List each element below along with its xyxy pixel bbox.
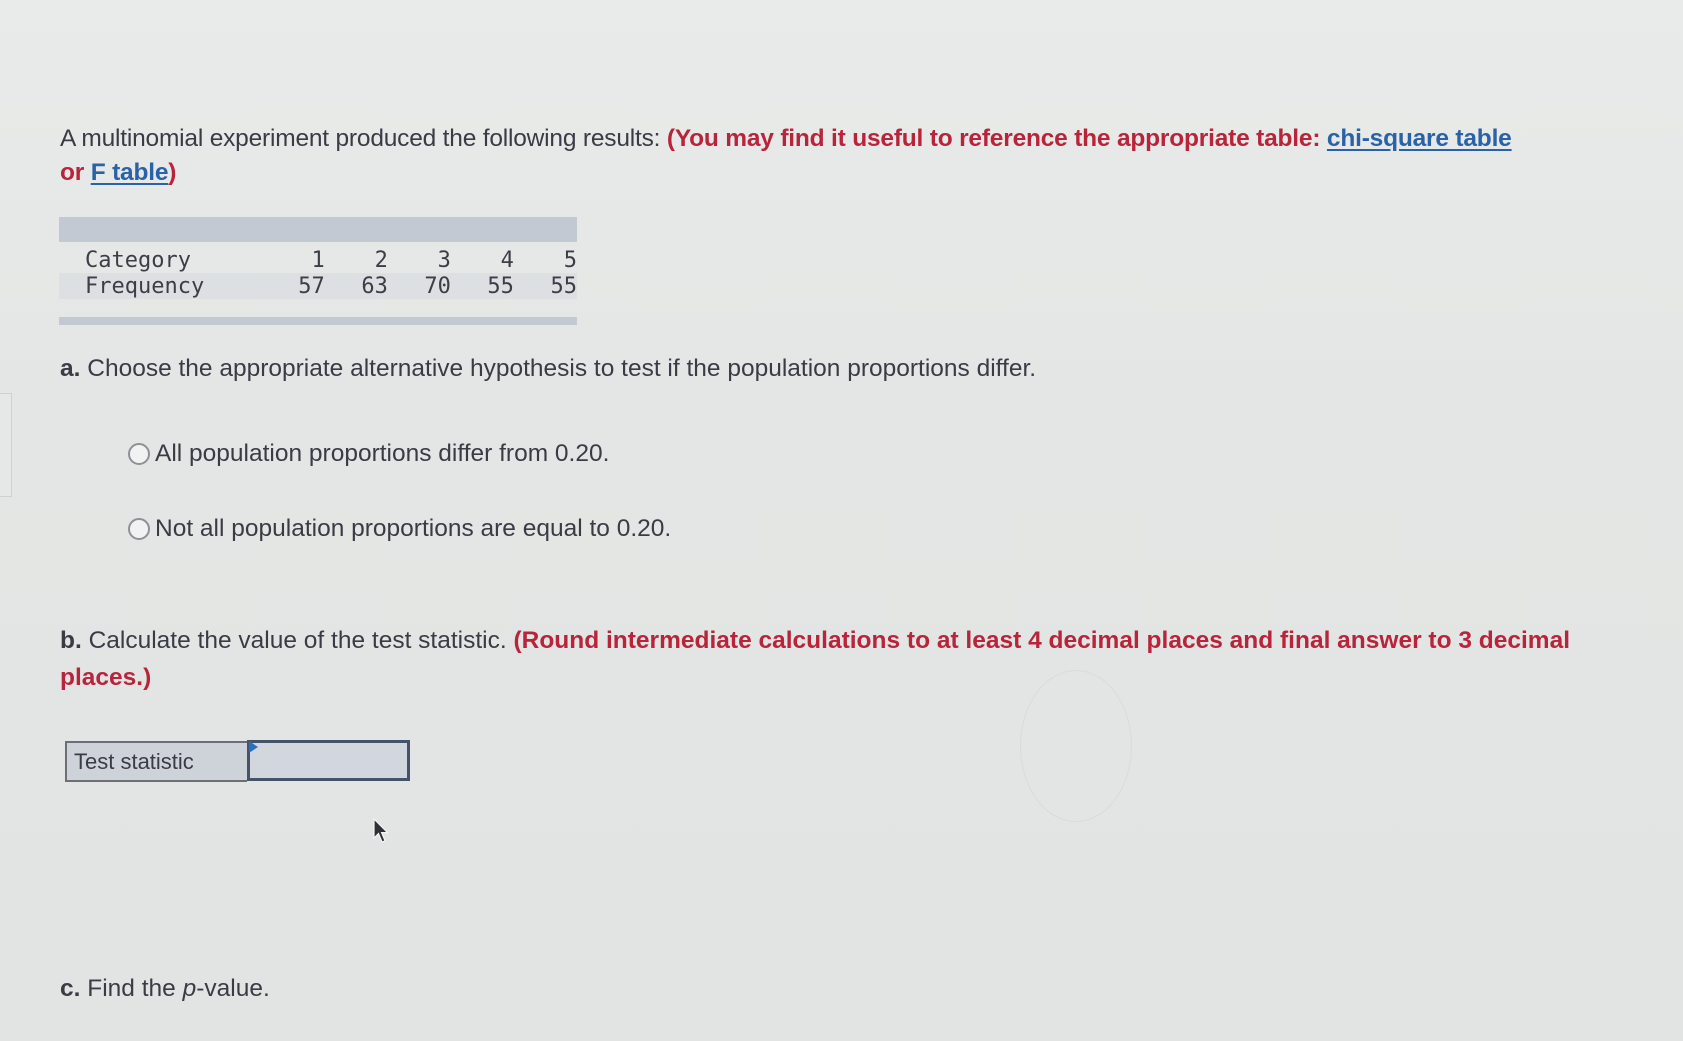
frequency-cell: 70 bbox=[424, 273, 451, 299]
category-cell: 2 bbox=[374, 247, 388, 273]
part-b-letter: b. bbox=[60, 627, 82, 654]
part-c-prompt: c. Find the p-value. bbox=[60, 970, 270, 1007]
table-footer-bar bbox=[59, 317, 577, 325]
table-header-bar bbox=[59, 217, 577, 242]
part-c-text-before: Find the bbox=[80, 975, 183, 1002]
part-b-prompt: b. Calculate the value of the test stati… bbox=[60, 622, 1600, 696]
radio-option-not-all-equal[interactable]: Not all population proportions are equal… bbox=[128, 515, 671, 543]
screen-glare bbox=[1020, 670, 1132, 822]
test-statistic-row: Test statistic bbox=[65, 740, 410, 782]
part-a-letter: a. bbox=[60, 355, 81, 382]
frequency-cell: 63 bbox=[361, 273, 388, 299]
chi-square-table-link[interactable]: chi-square table bbox=[1327, 125, 1512, 152]
reference-note-mid: or bbox=[60, 159, 91, 186]
radio-option-label: Not all population proportions are equal… bbox=[155, 515, 672, 542]
radio-option-label: All population proportions differ from 0… bbox=[155, 440, 610, 467]
frequency-cell: 55 bbox=[487, 273, 514, 299]
category-cell: 5 bbox=[563, 247, 577, 273]
category-cell: 3 bbox=[437, 247, 451, 273]
table-row-frequency: Frequency 57 63 70 55 55 bbox=[59, 273, 577, 299]
frequency-cell: 57 bbox=[298, 273, 325, 299]
category-cell: 4 bbox=[500, 247, 514, 273]
intro-text: A multinomial experiment produced the fo… bbox=[60, 125, 667, 152]
row-label-frequency: Frequency bbox=[85, 273, 205, 299]
radio-option-all-differ[interactable]: All population proportions differ from 0… bbox=[128, 440, 609, 468]
test-statistic-label: Test statistic bbox=[65, 741, 247, 782]
frequency-table: Category 1 2 3 4 5 Frequency 57 63 70 55… bbox=[59, 217, 577, 325]
window-edge bbox=[0, 393, 12, 497]
f-table-link[interactable]: F table bbox=[91, 159, 169, 186]
question-intro: A multinomial experiment produced the fo… bbox=[60, 122, 1660, 190]
frequency-cell: 55 bbox=[550, 273, 577, 299]
input-flag-icon bbox=[249, 741, 258, 753]
radio-button-icon[interactable] bbox=[128, 443, 150, 465]
table-row-category: Category 1 2 3 4 5 bbox=[59, 247, 577, 273]
mouse-pointer-icon bbox=[373, 818, 389, 843]
row-label-category: Category bbox=[85, 247, 191, 273]
part-b-text: Calculate the value of the test statisti… bbox=[81, 627, 514, 654]
part-c-letter: c. bbox=[60, 975, 81, 1002]
part-a-text: Choose the appropriate alternative hypot… bbox=[80, 355, 1037, 382]
reference-note-suffix: ) bbox=[168, 159, 177, 186]
part-a-prompt: a. Choose the appropriate alternative hy… bbox=[60, 350, 1036, 387]
part-c-p-italic: p bbox=[182, 975, 197, 1002]
test-statistic-input[interactable] bbox=[247, 740, 410, 781]
radio-button-icon[interactable] bbox=[128, 518, 150, 540]
part-c-text-after: -value. bbox=[196, 975, 270, 1002]
category-cell: 1 bbox=[311, 247, 325, 273]
reference-note-prefix: (You may find it useful to reference the… bbox=[666, 125, 1327, 152]
